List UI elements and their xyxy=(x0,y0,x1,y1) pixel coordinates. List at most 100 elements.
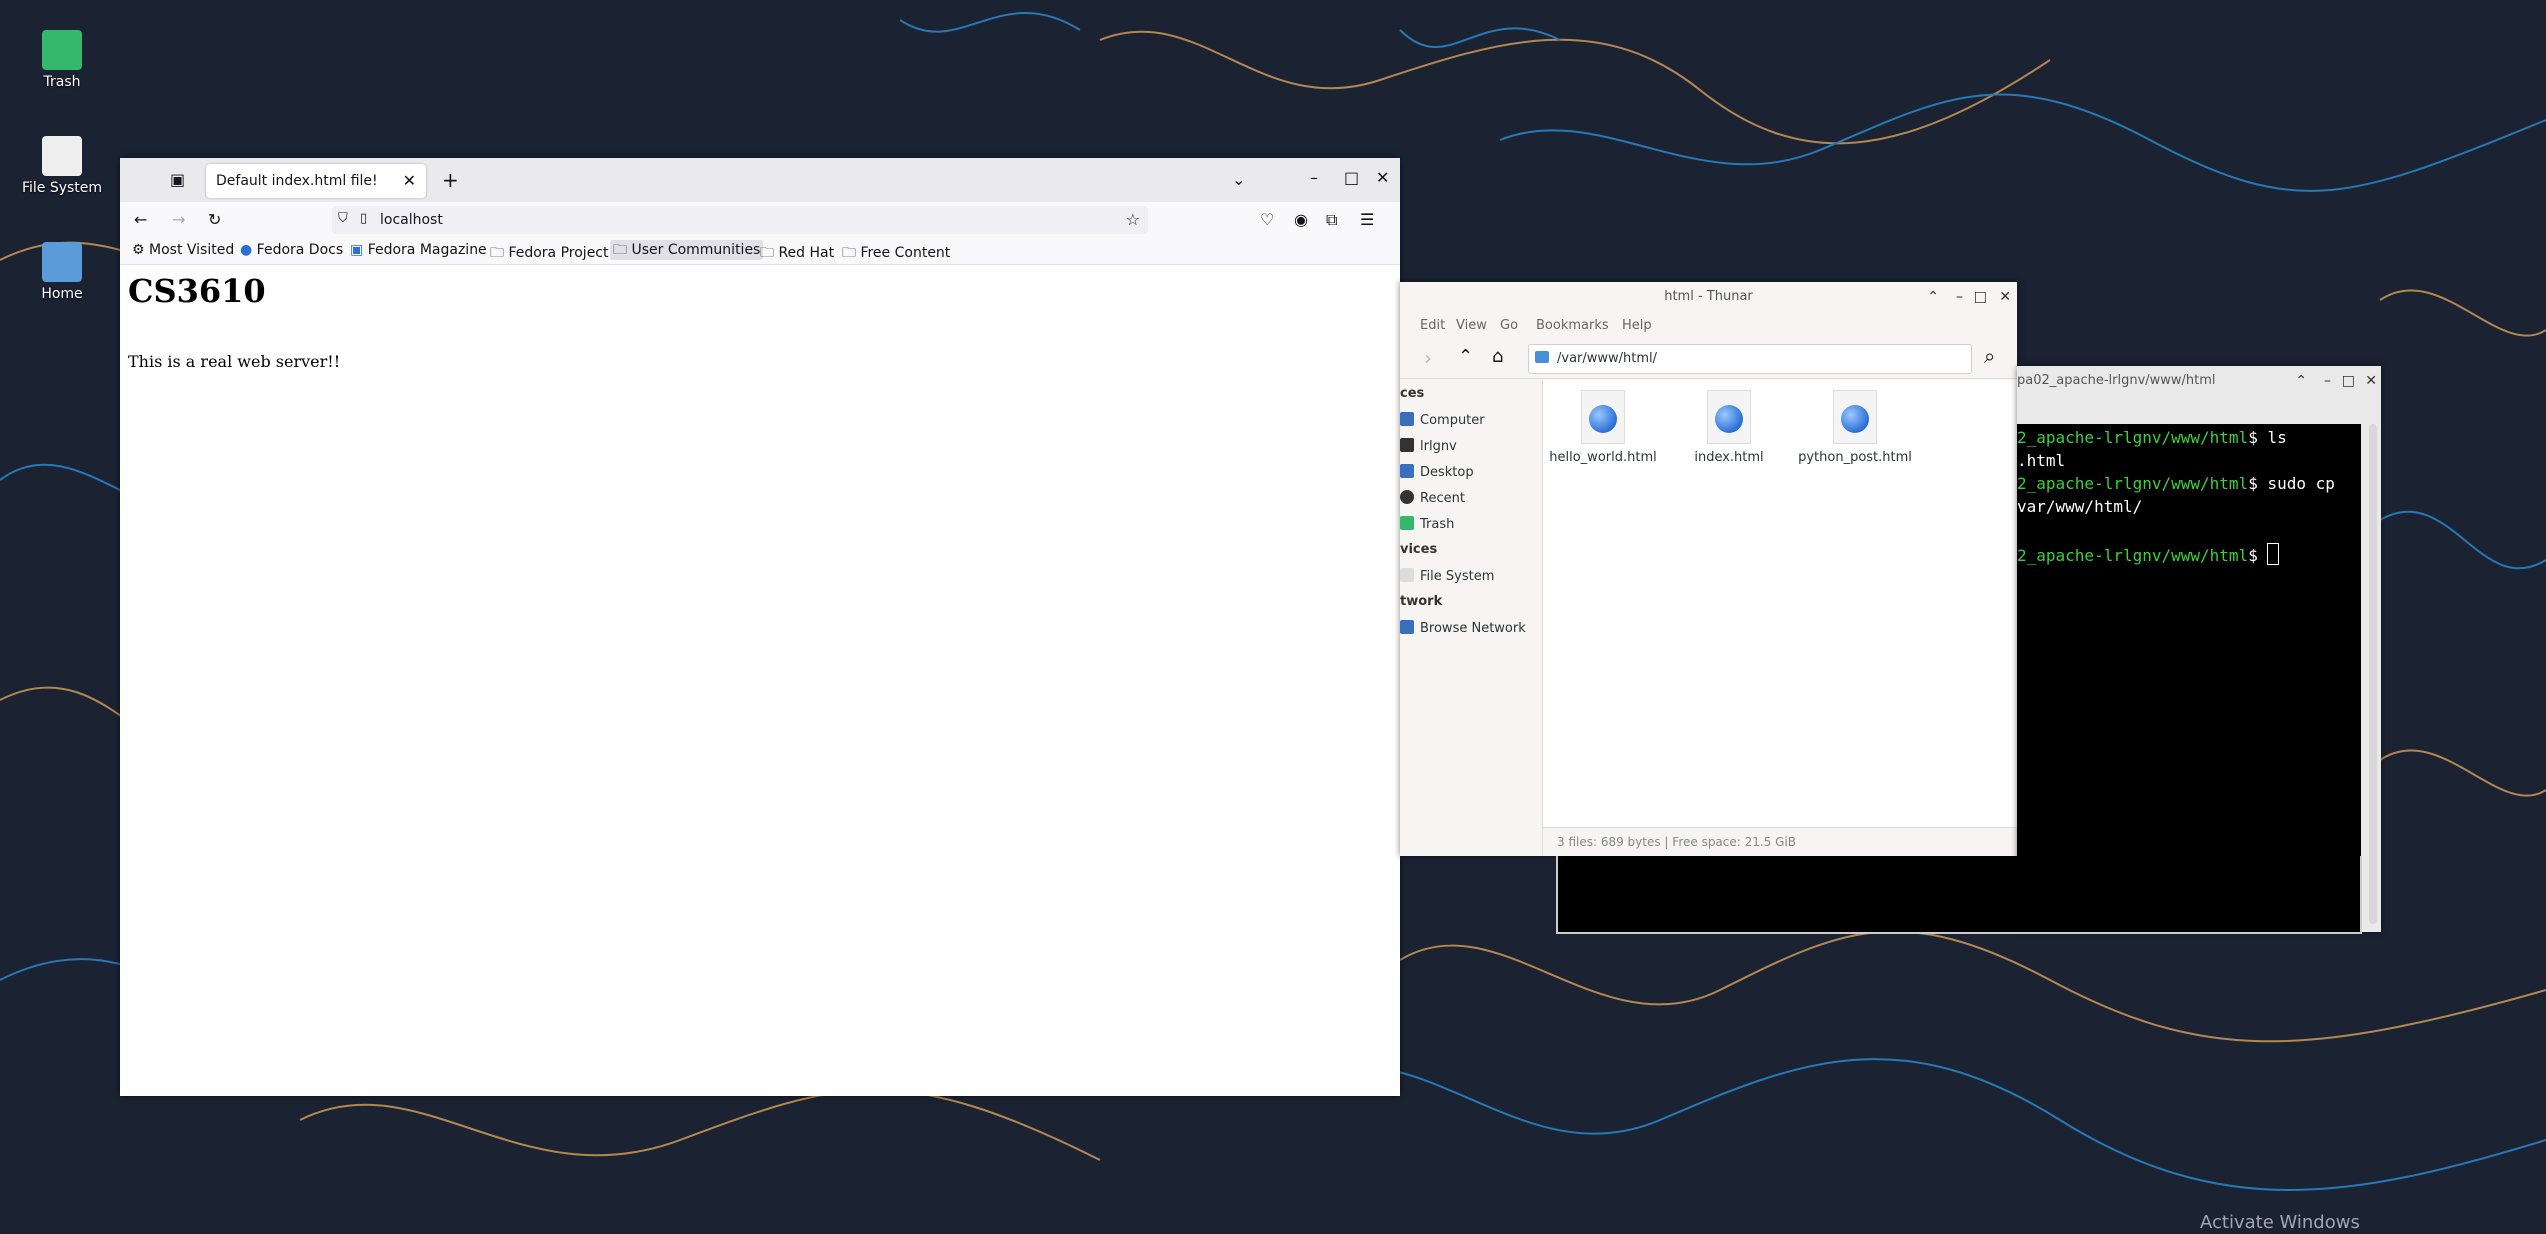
file-view: hello_world.html index.html python_post.… xyxy=(1543,380,2017,828)
window-title: html - Thunar xyxy=(1664,289,1753,304)
file-item[interactable]: python_post.html xyxy=(1795,390,1915,465)
extensions-icon[interactable]: ⧉ xyxy=(1326,210,1337,230)
html-file-icon xyxy=(1707,390,1751,444)
maximize-icon[interactable]: □ xyxy=(2342,366,2355,396)
file-item[interactable]: index.html xyxy=(1669,390,1789,465)
bookmark-label: Fedora Project xyxy=(508,245,609,261)
sidebar-item-label: Desktop xyxy=(1420,465,1474,480)
pocket-icon[interactable]: ♡ xyxy=(1260,210,1274,229)
up-icon[interactable]: ⌃ xyxy=(1458,346,1473,367)
bookmark-label: Fedora Magazine xyxy=(367,242,487,258)
terminal-line: 2_apache-lrlgnv/www/html$ sudo cp xyxy=(2017,474,2335,493)
file-item[interactable]: hello_world.html xyxy=(1543,390,1663,465)
terminal-screen[interactable]: 2_apache-lrlgnv/www/html$ ls .html 2_apa… xyxy=(2017,424,2361,924)
bookmark-user-communities[interactable]: 🗀 User Communities xyxy=(610,240,764,260)
home-icon[interactable]: ⌂ xyxy=(1492,346,1503,367)
sidebar-item-home[interactable]: lrlgnv xyxy=(1400,438,1457,454)
home-icon xyxy=(1400,438,1414,452)
trash-icon xyxy=(1400,516,1414,530)
url-bar[interactable]: ⛉ ▯ localhost ☆ xyxy=(332,206,1148,234)
tab-title: Default index.html file! xyxy=(216,173,378,189)
bookmark-label: Fedora Docs xyxy=(256,242,344,258)
file-name: python_post.html xyxy=(1798,450,1912,465)
desktop-icon-label: Home xyxy=(41,286,83,302)
sidebar-item-file-system[interactable]: File System xyxy=(1400,568,1494,584)
places-header: ces xyxy=(1400,386,1425,401)
devices-header: vices xyxy=(1400,542,1438,557)
terminal-lower-area xyxy=(1556,856,2362,934)
sidebar-item-computer[interactable]: Computer xyxy=(1400,412,1485,428)
bookmark-fedora-magazine[interactable]: ▣ Fedora Magazine xyxy=(350,242,487,258)
browser-tab[interactable]: Default index.html file! ✕ xyxy=(206,164,426,198)
new-tab-icon[interactable]: + xyxy=(442,168,459,192)
file-name: index.html xyxy=(1694,450,1764,465)
minimize-icon[interactable]: – xyxy=(1310,168,1318,187)
window-title: pa02_apache-lrlgnv/www/html xyxy=(2017,373,2216,388)
close-icon[interactable]: ✕ xyxy=(2365,366,2377,396)
network-icon xyxy=(1400,620,1414,634)
desktop-icon-trash[interactable]: Trash xyxy=(2,30,122,90)
menu-edit[interactable]: Edit xyxy=(1420,318,1445,333)
sidebar-item-trash[interactable]: Trash xyxy=(1400,516,1454,532)
firefox-window: ▣ Default index.html file! ✕ + ⌄ – □ ✕ ←… xyxy=(120,158,1400,1096)
trash-icon xyxy=(42,30,82,70)
close-window-icon[interactable]: ✕ xyxy=(1376,168,1389,187)
bookmark-star-icon[interactable]: ☆ xyxy=(1126,210,1140,229)
bookmark-free-content[interactable]: 🗀 Free Content xyxy=(842,242,950,266)
shade-icon[interactable]: ⌃ xyxy=(1927,282,1939,312)
terminal-scrollbar[interactable] xyxy=(2369,424,2377,924)
account-icon[interactable]: ◉ xyxy=(1294,210,1308,229)
minimize-icon[interactable]: – xyxy=(2324,366,2331,396)
desktop-icon-file-system[interactable]: File System xyxy=(2,136,122,196)
shade-icon[interactable]: ⌃ xyxy=(2295,366,2307,396)
menu-icon[interactable]: ☰ xyxy=(1360,210,1374,229)
tab-overview-icon[interactable]: ▣ xyxy=(170,170,185,189)
desktop-icon-home[interactable]: Home xyxy=(2,242,122,302)
thunar-titlebar: html - Thunar ⌃ – □ ✕ xyxy=(1400,282,2017,312)
maximize-icon[interactable]: □ xyxy=(1344,168,1359,187)
menu-help[interactable]: Help xyxy=(1622,318,1652,333)
menu-bookmarks[interactable]: Bookmarks xyxy=(1536,318,1609,333)
sidebar-item-label: lrlgnv xyxy=(1420,439,1457,454)
forward-icon[interactable]: → xyxy=(172,210,185,229)
bookmark-fedora-docs[interactable]: ● Fedora Docs xyxy=(240,242,343,258)
folder-icon xyxy=(1535,351,1549,363)
sidebar-item-desktop[interactable]: Desktop xyxy=(1400,464,1474,480)
terminal-text: var/www/html/ xyxy=(2017,497,2143,516)
bookmark-red-hat[interactable]: 🗀 Red Hat xyxy=(760,242,834,266)
maximize-icon[interactable]: □ xyxy=(1974,282,1987,312)
home-folder-icon xyxy=(42,242,82,282)
forward-icon[interactable]: › xyxy=(1424,346,1432,370)
nav-bar: ← → ↻ ⛉ ▯ localhost ☆ ♡ ◉ ⧉ ☰ xyxy=(120,202,1400,238)
back-icon[interactable]: ← xyxy=(134,210,147,229)
terminal-text: $ xyxy=(2248,546,2268,565)
tab-list-chevron-icon[interactable]: ⌄ xyxy=(1232,170,1245,189)
thunar-menubar: Edit View Go Bookmarks Help xyxy=(1400,312,2017,338)
sidebar-item-browse-network[interactable]: Browse Network xyxy=(1400,620,1526,636)
reload-icon[interactable]: ↻ xyxy=(208,210,221,229)
desktop-icon-label: File System xyxy=(21,180,103,196)
menu-view[interactable]: View xyxy=(1456,318,1487,333)
bookmark-most-visited[interactable]: ⚙ Most Visited xyxy=(132,242,234,258)
sidebar-item-label: Browse Network xyxy=(1420,621,1526,636)
sidebar-item-recent[interactable]: Recent xyxy=(1400,490,1465,506)
terminal-prompt: 2_apache-lrlgnv/www/html xyxy=(2017,428,2249,447)
location-bar[interactable]: /var/www/html/ xyxy=(1528,344,1972,374)
bookmark-fedora-project[interactable]: 🗀 Fedora Project xyxy=(490,242,609,266)
minimize-icon[interactable]: – xyxy=(1956,282,1963,312)
terminal-window: pa02_apache-lrlgnv/www/html ⌃ – □ ✕ 2_ap… xyxy=(2017,366,2381,932)
terminal-line: 2_apache-lrlgnv/www/html$ ls xyxy=(2017,428,2287,447)
sidebar-item-label: Recent xyxy=(1420,491,1465,506)
close-icon[interactable]: ✕ xyxy=(1999,282,2011,312)
search-icon[interactable]: ⌕ xyxy=(1984,344,1995,368)
terminal-cursor xyxy=(2267,543,2280,565)
drive-icon xyxy=(1400,568,1414,582)
close-tab-icon[interactable]: ✕ xyxy=(403,171,416,190)
terminal-line: .html xyxy=(2017,451,2065,470)
bookmark-label: Red Hat xyxy=(778,245,835,261)
sidebar-item-label: File System xyxy=(1420,569,1495,584)
thunar-sidebar: ces Computer lrlgnv Desktop Recent Trash… xyxy=(1400,380,1543,856)
activate-windows-watermark: Activate Windows xyxy=(2200,1212,2360,1233)
terminal-prompt: 2_apache-lrlgnv/www/html xyxy=(2017,474,2249,493)
menu-go[interactable]: Go xyxy=(1500,318,1518,333)
